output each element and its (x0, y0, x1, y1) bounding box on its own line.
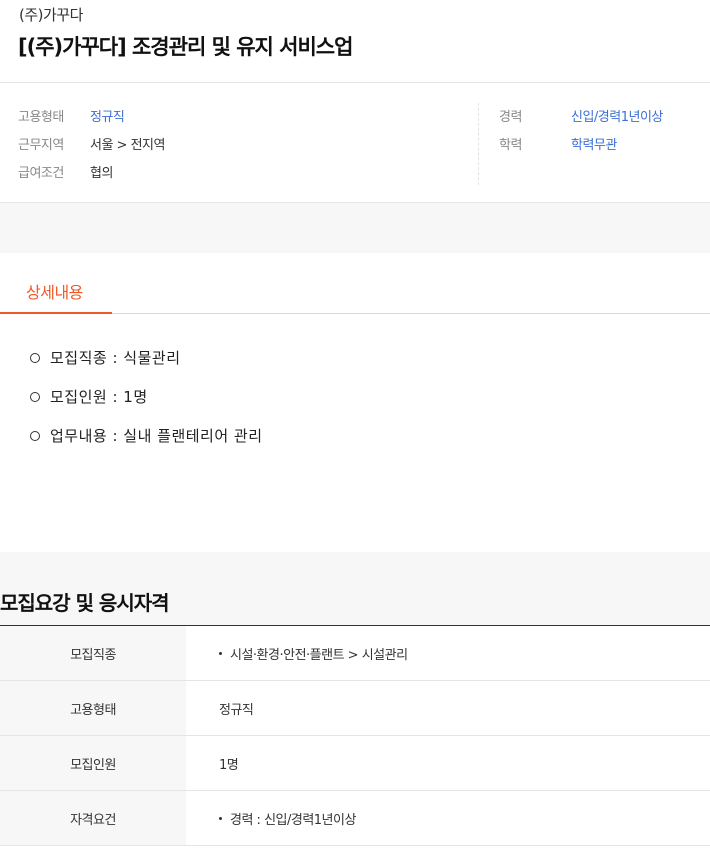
detail-line-text: 모집인원 : 1명 (50, 388, 148, 406)
circle-bullet-icon (30, 430, 40, 441)
summary-value[interactable]: 학력무관 (571, 134, 617, 153)
job-summary: 고용형태 정규직 근무지역 서울 > 전지역 급여조건 협의 경력 신입/경력1… (0, 83, 710, 203)
table-header-cell: 자격요건 (0, 791, 186, 845)
table-header-cell: 모집직종 (0, 626, 186, 680)
table-value-cell: 경력 : 신입/경력1년이상 (186, 791, 710, 845)
table-row: 고용형태 정규직 (0, 681, 710, 736)
dot-bullet-icon (219, 816, 222, 820)
summary-row-experience: 경력 신입/경력1년이상 (499, 101, 699, 129)
detail-line-headcount: 모집인원 : 1명 (30, 386, 148, 407)
summary-row-education: 학력 학력무관 (499, 129, 699, 157)
requirements-header: 모집요강 및 응시자격 (0, 552, 710, 625)
summary-value: 협의 (90, 165, 113, 181)
summary-right-column: 경력 신입/경력1년이상 학력 학력무관 (499, 101, 699, 157)
summary-label: 고용형태 (18, 109, 64, 125)
detail-line-text: 모집직종 : 식물관리 (50, 349, 181, 367)
summary-row-salary: 급여조건 협의 (18, 157, 478, 185)
section-gap (0, 203, 710, 253)
summary-divider (478, 103, 479, 185)
table-header-cell: 고용형태 (0, 681, 186, 735)
detail-line-duties: 업무내용 : 실내 플랜테리어 관리 (30, 425, 263, 446)
table-value-text: 시설·환경·안전·플랜트 > 시설관리 (230, 647, 408, 663)
table-row: 모집인원 1명 (0, 736, 710, 791)
job-header: (주)가꾸다 [(주)가꾸다] 조경관리 및 유지 서비스업 (0, 0, 710, 83)
table-row: 모집직종 시설·환경·안전·플랜트 > 시설관리 (0, 626, 710, 681)
summary-label: 급여조건 (18, 165, 64, 181)
table-value-cell: 시설·환경·안전·플랜트 > 시설관리 (186, 626, 710, 680)
summary-left-column: 고용형태 정규직 근무지역 서울 > 전지역 급여조건 협의 (18, 101, 478, 185)
summary-label: 학력 (499, 137, 522, 153)
requirements-table: 모집직종 시설·환경·안전·플랜트 > 시설관리 고용형태 정규직 모집인원 1… (0, 625, 710, 846)
summary-value[interactable]: 신입/경력1년이상 (571, 106, 663, 125)
requirements-title: 모집요강 및 응시자격 (0, 591, 170, 615)
table-row: 자격요건 경력 : 신입/경력1년이상 (0, 791, 710, 846)
summary-row-employment-type: 고용형태 정규직 (18, 101, 478, 129)
table-value-text: 1명 (219, 757, 239, 773)
table-value-text: 정규직 (219, 702, 254, 718)
summary-value[interactable]: 정규직 (90, 106, 125, 125)
summary-label: 근무지역 (18, 137, 64, 153)
company-name[interactable]: (주)가꾸다 (19, 4, 83, 25)
detail-tabs: 상세내용 (0, 253, 710, 314)
table-value-cell: 1명 (186, 736, 710, 790)
detail-content: 모집직종 : 식물관리 모집인원 : 1명 업무내용 : 실내 플랜테리어 관리 (0, 314, 710, 552)
circle-bullet-icon (30, 391, 40, 402)
tab-detail-label: 상세내용 (26, 283, 83, 302)
summary-value: 서울 > 전지역 (90, 137, 165, 153)
dot-bullet-icon (219, 651, 222, 655)
tab-detail[interactable]: 상세내용 (0, 253, 112, 314)
summary-row-work-location: 근무지역 서울 > 전지역 (18, 129, 478, 157)
detail-line-text: 업무내용 : 실내 플랜테리어 관리 (50, 427, 263, 445)
table-value-cell: 정규직 (186, 681, 710, 735)
job-title: [(주)가꾸다] 조경관리 및 유지 서비스업 (18, 35, 353, 59)
table-header-cell: 모집인원 (0, 736, 186, 790)
summary-label: 경력 (499, 109, 522, 125)
table-value-text: 경력 : 신입/경력1년이상 (230, 812, 356, 828)
detail-line-job-category: 모집직종 : 식물관리 (30, 347, 181, 368)
circle-bullet-icon (30, 352, 40, 363)
